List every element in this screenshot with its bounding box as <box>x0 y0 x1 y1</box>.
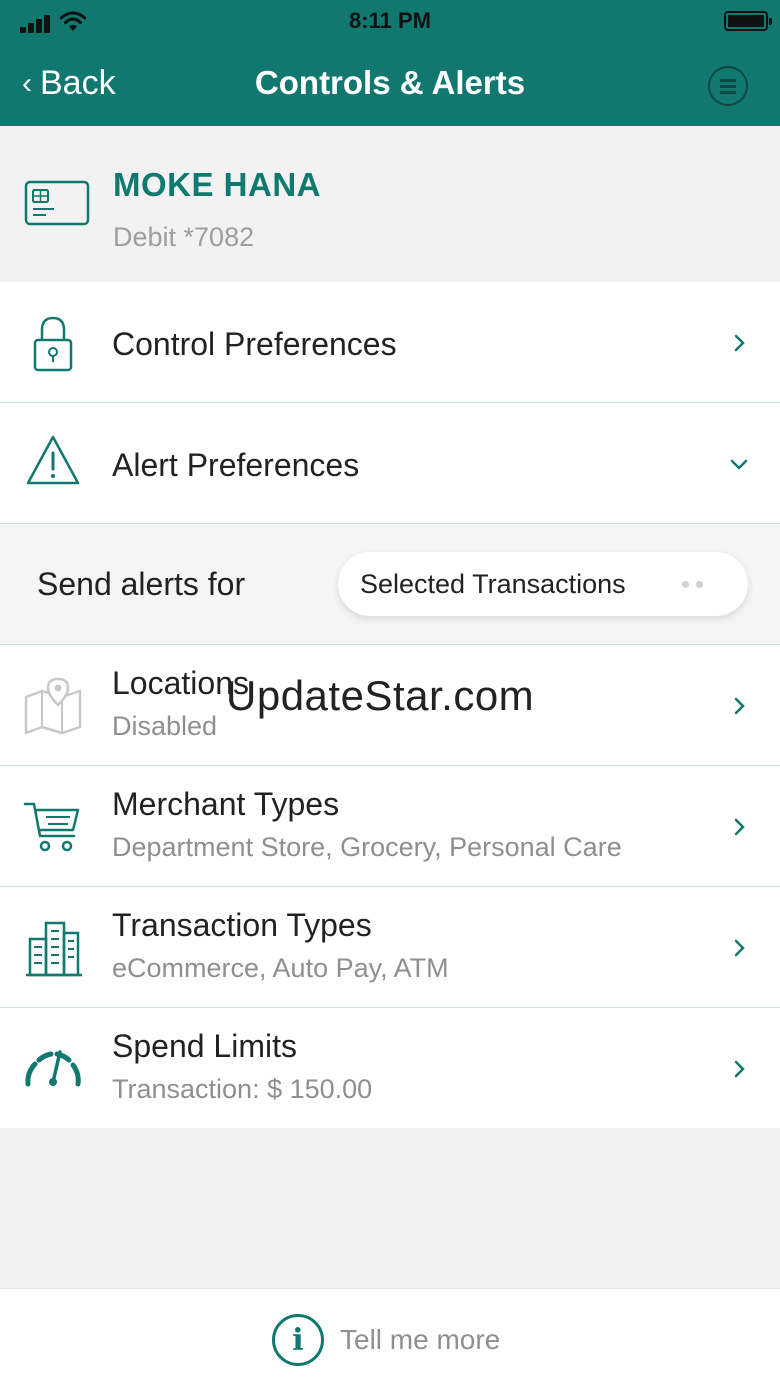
chevron-right-icon <box>734 818 745 836</box>
merchant-types-row[interactable]: Merchant Types Department Store, Grocery… <box>0 766 780 887</box>
tell-me-more-label: Tell me more <box>340 1324 501 1355</box>
spend-limits-label: Spend Limits <box>112 1028 297 1064</box>
control-preferences-label: Control Preferences <box>112 326 397 362</box>
menu-circle-icon[interactable] <box>708 66 748 106</box>
status-time: 8:11 PM <box>349 8 431 33</box>
nav-bar: ‹ Back Controls & Alerts <box>0 50 780 120</box>
lock-icon <box>33 316 73 372</box>
debit-card-icon <box>24 180 90 226</box>
battery-icon <box>724 11 772 31</box>
tell-me-more-button[interactable]: i Tell me more <box>272 1314 500 1366</box>
merchant-types-label: Merchant Types <box>112 786 340 822</box>
card-number: Debit *7082 <box>113 222 255 252</box>
chevron-right-icon <box>734 697 745 715</box>
send-alerts-row: Send alerts for Selected Transactions <box>0 524 780 645</box>
speedometer-icon <box>25 1050 81 1087</box>
chevron-right-icon <box>734 939 745 957</box>
app-header: 8:11 PM ‹ Back Controls & Alerts <box>0 0 780 126</box>
cardholder-name: MOKE HANA <box>113 166 321 203</box>
shopping-cart-icon <box>23 802 80 852</box>
chevron-right-icon <box>734 334 745 352</box>
map-pin-icon <box>24 677 82 735</box>
transaction-types-value: eCommerce, Auto Pay, ATM <box>112 953 449 983</box>
merchant-types-value: Department Store, Grocery, Personal Care <box>112 832 622 862</box>
send-alerts-label: Send alerts for <box>37 566 246 602</box>
warning-icon <box>26 435 80 485</box>
alert-scope-value: Selected Transactions <box>360 569 626 599</box>
locations-row[interactable]: Locations Disabled <box>0 645 780 766</box>
alert-preferences-label: Alert Preferences <box>112 447 360 483</box>
buildings-icon <box>26 921 82 977</box>
toggle-dot-icon <box>682 581 689 588</box>
spend-limits-value: Transaction: $ 150.00 <box>112 1074 373 1104</box>
info-icon: i <box>272 1314 324 1366</box>
status-bar: 8:11 PM <box>0 0 780 44</box>
spend-limits-row[interactable]: Spend Limits Transaction: $ 150.00 <box>0 1008 780 1128</box>
page-title: Controls & Alerts <box>254 64 526 101</box>
footer-bar: i Tell me more <box>0 1288 780 1387</box>
toggle-dot-icon <box>696 581 703 588</box>
locations-label: Locations <box>112 665 249 701</box>
control-preferences-row[interactable]: Control Preferences <box>0 282 780 403</box>
transaction-types-row[interactable]: Transaction Types eCommerce, Auto Pay, A… <box>0 887 780 1008</box>
locations-status: Disabled <box>112 711 218 741</box>
alert-scope-selector[interactable]: Selected Transactions <box>338 552 748 616</box>
chevron-down-icon <box>730 459 748 470</box>
card-summary: MOKE HANA Debit *7082 <box>0 126 780 282</box>
chevron-right-icon <box>734 1060 745 1078</box>
transaction-types-label: Transaction Types <box>112 907 372 943</box>
alert-preferences-row[interactable]: Alert Preferences <box>0 403 780 524</box>
